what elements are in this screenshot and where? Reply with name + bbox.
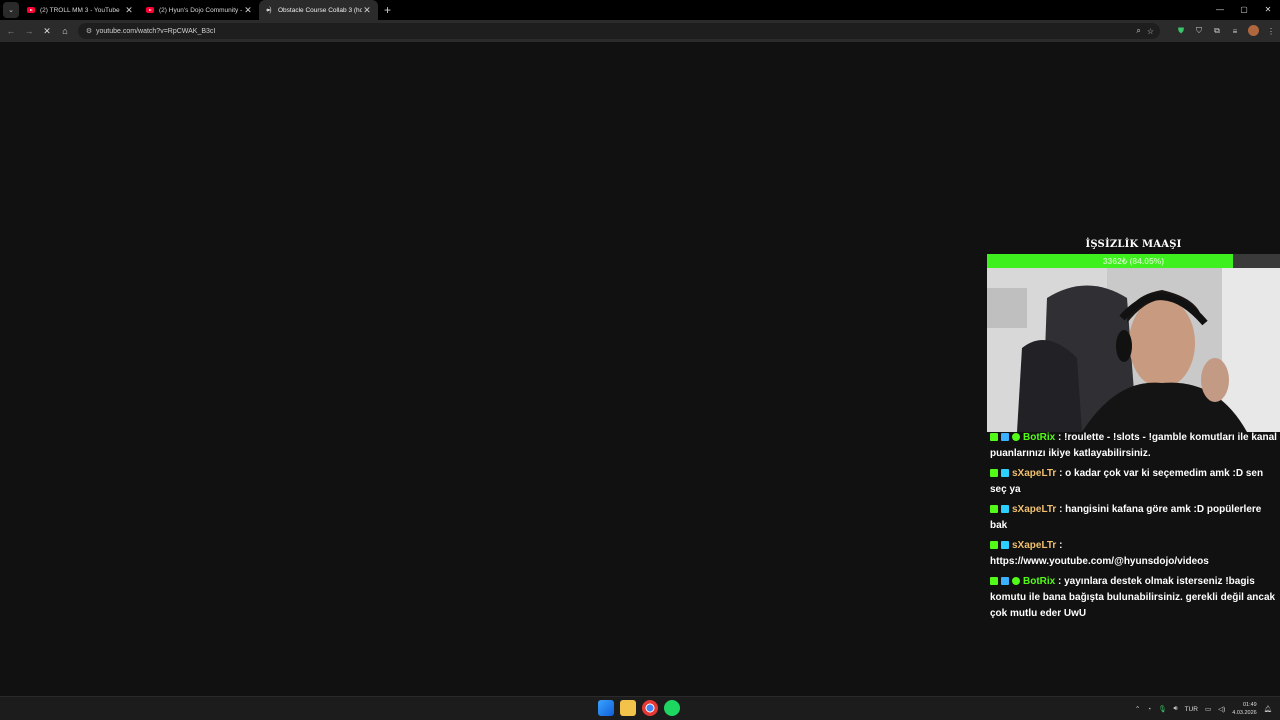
display-icon[interactable]: ▭ — [1205, 705, 1211, 713]
og-badge-icon — [1001, 469, 1009, 477]
address-bar[interactable]: ⚙ youtube.com/watch?v=RpCWAK_B3cI ⌕ ☆ — [78, 23, 1160, 39]
extensions-area: ⛊ ⛉ ⧉ ≡ ⋮ — [1172, 20, 1280, 42]
chat-username: BotRix — [1023, 432, 1056, 443]
address-bar-actions: ⌕ ☆ — [1136, 23, 1154, 39]
chat-message: sXapeLTr : hangisini kafana göre amk :D … — [987, 502, 1280, 534]
og-badge-icon — [1001, 541, 1009, 549]
network-app-icon[interactable]: ◔ — [1147, 706, 1151, 713]
chat-message: sXapeLTr : o kadar çok var ki seçemedim … — [987, 466, 1280, 498]
back-arrow-icon[interactable]: ← — [2, 26, 20, 36]
site-info-icon[interactable]: ⚙ — [82, 27, 96, 35]
volume-icon[interactable]: ◁) — [1218, 705, 1225, 713]
kick-badge-icon — [990, 541, 998, 549]
more-menu-icon[interactable]: ⋮ — [1262, 27, 1280, 36]
chat-username: sXapeLTr — [1012, 540, 1057, 551]
shield-icon[interactable]: ⛉ — [1190, 26, 1208, 36]
chat-username: BotRix — [1023, 576, 1056, 587]
youtube-icon — [146, 7, 154, 13]
taskbar-apps — [598, 700, 680, 716]
browser-toolbar: ← → ✕ ⌂ ⚙ youtube.com/watch?v=RpCWAK_B3c… — [0, 20, 1280, 42]
tab-search-button[interactable]: ⌄ — [3, 2, 19, 18]
chat-username: sXapeLTr — [1012, 504, 1057, 515]
spotify-icon[interactable] — [664, 700, 680, 716]
webcam-image — [987, 268, 1280, 432]
close-icon[interactable]: ✕ — [243, 5, 253, 16]
minimize-icon[interactable]: — — [1208, 0, 1232, 20]
window-controls: — ▢ ✕ — [1208, 0, 1280, 20]
kick-badge-icon — [990, 577, 998, 585]
kick-badge-icon — [990, 505, 998, 513]
kick-badge-icon — [990, 433, 998, 441]
speaker-icon[interactable]: 🔊︎ — [1173, 705, 1177, 713]
adblock-shield-icon[interactable]: ⛊ — [1172, 26, 1190, 36]
profile-avatar[interactable] — [1244, 24, 1262, 38]
bookmark-star-icon[interactable]: ☆ — [1147, 27, 1154, 36]
chat-message: BotRix : yayınlara destek olmak istersen… — [987, 574, 1280, 622]
chat-log: BotRix : !roulette - !slots - !gamble ko… — [987, 430, 1280, 630]
close-window-icon[interactable]: ✕ — [1256, 0, 1280, 20]
og-badge-icon — [1001, 505, 1009, 513]
stop-loading-icon[interactable]: ✕ — [38, 26, 56, 37]
language-indicator[interactable]: TUR — [1185, 706, 1198, 713]
audio-playing-icon: ◖) — [265, 7, 272, 14]
new-tab-button[interactable]: + — [384, 3, 391, 17]
clock-date: 4.03.2026 — [1232, 710, 1257, 716]
home-icon[interactable]: ⌂ — [56, 26, 74, 36]
file-explorer-icon[interactable] — [620, 700, 636, 716]
zoom-icon[interactable]: ⌕ — [1136, 26, 1140, 36]
verified-badge-icon — [1012, 577, 1020, 585]
chat-username: sXapeLTr — [1012, 468, 1057, 479]
webcam-video — [987, 268, 1280, 432]
chat-message: BotRix : !roulette - !slots - !gamble ko… — [987, 430, 1280, 462]
chevron-down-icon: ⌄ — [8, 7, 14, 14]
clock[interactable]: 01:49 4.03.2026 — [1232, 701, 1256, 717]
bot-badge-icon — [1001, 577, 1009, 585]
close-icon[interactable]: ✕ — [124, 5, 134, 16]
chevron-up-icon[interactable]: ⌃ — [1135, 705, 1140, 713]
goal-progress-text: 3362₺ (84.05%) — [1102, 256, 1165, 266]
verified-badge-icon — [1012, 433, 1020, 441]
url-text[interactable]: youtube.com/watch?v=RpCWAK_B3cI — [96, 28, 215, 35]
goal-progress-bar: 3362₺ (84.05%) — [987, 254, 1280, 268]
tab-hyuns-dojo[interactable]: (2) Hyun's Dojo Community - Y ✕ — [140, 0, 259, 20]
taskbar: ⌃ ◔ 🎙︎ 🔊︎ TUR ▭ ◁) 01:49 4.03.2026 🔔︎ — [0, 696, 1280, 720]
close-icon[interactable]: ✕ — [362, 5, 372, 16]
clock-time: 01:49 — [1242, 702, 1257, 708]
screen: ⌄ (2) TROLL MM 3 - YouTube ✕ (2) Hyun's … — [0, 0, 1280, 720]
chrome-icon[interactable] — [642, 700, 658, 716]
goal-title: İŞSİZLİK MAAŞI — [1085, 239, 1182, 250]
tab-strip: ⌄ (2) TROLL MM 3 - YouTube ✕ (2) Hyun's … — [0, 0, 1280, 20]
tab-title: Obstacle Course Collab 3 (hosti — [278, 6, 362, 14]
forward-arrow-icon[interactable]: → — [20, 26, 38, 36]
microphone-icon[interactable]: 🎙︎ — [1158, 705, 1166, 713]
maximize-icon[interactable]: ▢ — [1232, 0, 1256, 20]
tab-obstacle-course[interactable]: ◖) Obstacle Course Collab 3 (hosti ✕ — [259, 0, 378, 20]
media-control-icon[interactable]: ≡ — [1226, 27, 1244, 36]
kick-badge-icon — [990, 469, 998, 477]
bot-badge-icon — [1001, 433, 1009, 441]
tab-title: (2) TROLL MM 3 - YouTube — [40, 6, 120, 14]
extensions-puzzle-icon[interactable]: ⧉ — [1208, 26, 1226, 36]
windows-start-icon[interactable] — [598, 700, 614, 716]
tab-troll-mm3[interactable]: (2) TROLL MM 3 - YouTube ✕ — [21, 0, 140, 20]
youtube-icon — [27, 7, 35, 13]
chat-message: sXapeLTr : https://www.youtube.com/@hyun… — [987, 538, 1280, 570]
notification-bell-icon[interactable]: 🔔︎ — [1264, 705, 1272, 713]
system-tray: ⌃ ◔ 🎙︎ 🔊︎ TUR ▭ ◁) 01:49 4.03.2026 🔔︎ — [1135, 697, 1272, 720]
tab-title: (2) Hyun's Dojo Community - Y — [159, 6, 243, 14]
